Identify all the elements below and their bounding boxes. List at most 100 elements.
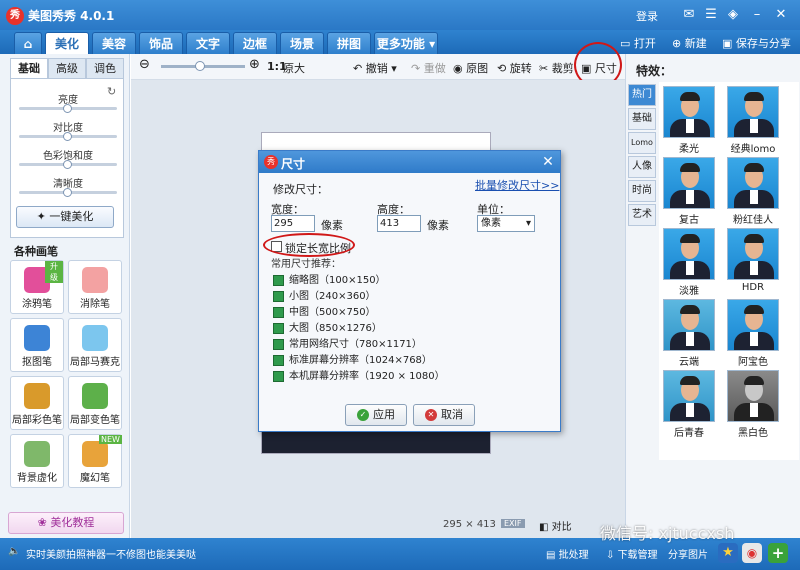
effect-cat-hot[interactable]: 热门 bbox=[628, 84, 656, 106]
effect-thumbnail[interactable] bbox=[663, 157, 715, 209]
save-share-button[interactable]: ▣ 保存与分享 bbox=[722, 35, 791, 51]
undo-button[interactable]: ↶ 撤销 ▾ bbox=[353, 60, 397, 76]
brightness-knob[interactable] bbox=[63, 104, 72, 113]
preset-thumbnail[interactable]: 缩略图（100×150） bbox=[273, 271, 386, 287]
portrait-collar bbox=[750, 119, 758, 133]
eraser-brush[interactable]: 消除笔 bbox=[68, 260, 122, 314]
download-manager-button[interactable]: ⇩ 下载管理 bbox=[606, 546, 658, 561]
zoom-knob[interactable] bbox=[195, 61, 205, 71]
new-button[interactable]: ⊕ 新建 bbox=[672, 35, 707, 51]
original-size-button[interactable]: 原大 bbox=[283, 60, 305, 76]
effect-thumbnail[interactable] bbox=[663, 228, 715, 280]
tab-border[interactable]: 边框 bbox=[233, 32, 277, 54]
contrast-knob[interactable] bbox=[63, 132, 72, 141]
message-icon[interactable]: ✉ bbox=[680, 6, 698, 24]
color-brush[interactable]: 局部彩色笔 bbox=[10, 376, 64, 430]
one-click-beautify-button[interactable]: ✦ 一键美化 bbox=[16, 206, 114, 228]
effect-thumbnail[interactable] bbox=[727, 370, 779, 422]
effect-cat-portrait[interactable]: 人像 bbox=[628, 156, 656, 178]
mosaic-brush[interactable]: 局部马赛克 bbox=[68, 318, 122, 372]
recolor-brush[interactable]: 局部变色笔 bbox=[68, 376, 122, 430]
zoom-in-icon[interactable]: ⊕ bbox=[249, 57, 260, 72]
cancel-button[interactable]: ✕ 取消 bbox=[413, 404, 475, 426]
sharpness-knob[interactable] bbox=[63, 188, 72, 197]
close-window-button[interactable]: ✕ bbox=[772, 6, 790, 24]
chevron-down-icon: ▾ bbox=[525, 218, 531, 229]
menu-icon[interactable]: ☰ bbox=[702, 6, 720, 24]
tab-more[interactable]: 更多功能 ▾ bbox=[374, 32, 438, 54]
effect-thumbnail[interactable] bbox=[727, 86, 779, 138]
height-input[interactable]: 413 bbox=[377, 215, 421, 232]
effect-thumbnail[interactable] bbox=[663, 370, 715, 422]
portrait-hair bbox=[680, 376, 700, 385]
share-picture-button[interactable]: 分享图片 bbox=[668, 546, 708, 561]
effect-cat-fashion[interactable]: 时尚 bbox=[628, 180, 656, 202]
add-icon[interactable]: + bbox=[768, 543, 788, 563]
preset-small[interactable]: 小图（240×360） bbox=[273, 287, 376, 303]
effect-cat-art[interactable]: 艺术 bbox=[628, 204, 656, 226]
sharpness-slider[interactable] bbox=[19, 188, 117, 197]
subtab-basic[interactable]: 基础 bbox=[10, 58, 48, 78]
batch-resize-link[interactable]: 批量修改尺寸>> bbox=[475, 177, 559, 193]
open-button[interactable]: ▭ 打开 bbox=[620, 35, 656, 51]
batch-button[interactable]: ▤ 批处理 bbox=[546, 546, 589, 561]
doodle-brush[interactable]: 涂鸦笔 升级 bbox=[10, 260, 64, 314]
star-icon[interactable]: ★ bbox=[718, 543, 738, 563]
weibo-icon[interactable]: ◉ bbox=[742, 543, 762, 563]
cutout-brush[interactable]: 抠图笔 bbox=[10, 318, 64, 372]
minimize-button[interactable]: – bbox=[748, 6, 766, 24]
saturation-knob[interactable] bbox=[63, 160, 72, 169]
preset-large[interactable]: 大图（850×1276） bbox=[273, 319, 382, 335]
effect-thumbnail[interactable] bbox=[663, 86, 715, 138]
magic-brush-icon bbox=[82, 441, 108, 467]
preset-large-label: 大图（850×1276） bbox=[289, 323, 382, 334]
redo-button[interactable]: ↷ 重做 bbox=[411, 60, 446, 76]
tab-text[interactable]: 文字 bbox=[186, 32, 230, 54]
original-button[interactable]: ◉ 原图 bbox=[453, 60, 488, 76]
effect-thumbnail[interactable] bbox=[727, 299, 779, 351]
crop-button[interactable]: ✂ 裁剪 bbox=[539, 60, 574, 76]
magic-brush[interactable]: 魔幻笔 NEW bbox=[68, 434, 122, 488]
subtab-color[interactable]: 调色 bbox=[86, 58, 124, 78]
dialog-title: 尺寸 bbox=[281, 157, 306, 171]
open-label: 打开 bbox=[633, 37, 656, 50]
portrait-collar bbox=[750, 332, 758, 346]
effect-thumbnail[interactable] bbox=[727, 228, 779, 280]
effect-thumbnail[interactable] bbox=[727, 157, 779, 209]
home-tab[interactable]: ⌂ bbox=[14, 32, 42, 54]
tab-beautify[interactable]: 美化 bbox=[45, 32, 89, 54]
subtab-advanced[interactable]: 高级 bbox=[48, 58, 86, 78]
contrast-slider[interactable] bbox=[19, 132, 117, 141]
width-input[interactable]: 295 bbox=[271, 215, 315, 232]
tutorial-button[interactable]: ❀ 美化教程 bbox=[8, 512, 124, 534]
tab-accessories[interactable]: 饰品 bbox=[139, 32, 183, 54]
preset-standard-screen[interactable]: 标准屏幕分辨率（1024×768） bbox=[273, 351, 432, 367]
effect-cat-lomo[interactable]: Lomo bbox=[628, 132, 656, 154]
dialog-close-icon[interactable]: ✕ bbox=[539, 153, 557, 171]
apply-button[interactable]: ✓ 应用 bbox=[345, 404, 407, 426]
saturation-slider[interactable] bbox=[19, 160, 117, 169]
preset-web[interactable]: 常用网络尺寸（780×1171） bbox=[273, 335, 422, 351]
exif-button[interactable]: EXIF bbox=[501, 519, 525, 528]
zoom-out-icon[interactable]: ⊖ bbox=[139, 57, 150, 72]
preset-medium[interactable]: 中图（500×750） bbox=[273, 303, 376, 319]
compare-button[interactable]: ◧ 对比 bbox=[539, 518, 572, 533]
app-title: 美图秀秀 4.0.1 bbox=[28, 9, 115, 23]
effect-label: 后青春 bbox=[674, 428, 704, 439]
dialog-title-bar[interactable]: 秀 尺寸 ✕ bbox=[259, 151, 560, 173]
effect-cat-basic[interactable]: 基础 bbox=[628, 108, 656, 130]
brightness-slider[interactable] bbox=[19, 104, 117, 113]
background-blur-brush[interactable]: 背景虚化 bbox=[10, 434, 64, 488]
login-link[interactable]: 登录 bbox=[636, 8, 658, 24]
unit-select[interactable]: 像素 ▾ bbox=[477, 215, 535, 232]
tab-makeup[interactable]: 美容 bbox=[92, 32, 136, 54]
status-tip[interactable]: 实时美颜拍照神器一不修图也能美美哒 bbox=[26, 546, 196, 561]
rotate-button[interactable]: ⟲ 旋转 bbox=[497, 60, 532, 76]
effect-thumbnail[interactable] bbox=[663, 299, 715, 351]
height-unit: 像素 bbox=[427, 219, 449, 232]
cutout-icon bbox=[24, 325, 50, 351]
tab-collage[interactable]: 拼图 bbox=[327, 32, 371, 54]
preset-native-screen[interactable]: 本机屏幕分辨率（1920 × 1080） bbox=[273, 367, 445, 383]
skin-icon[interactable]: ◈ bbox=[724, 6, 742, 24]
tab-scene[interactable]: 场景 bbox=[280, 32, 324, 54]
